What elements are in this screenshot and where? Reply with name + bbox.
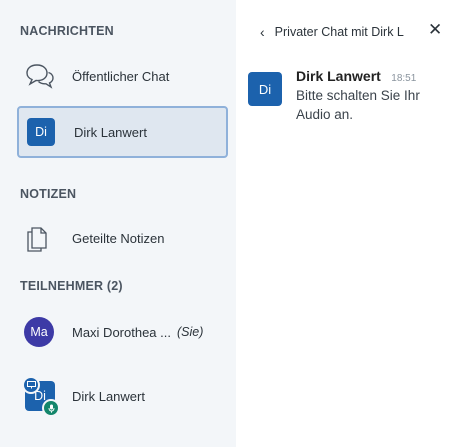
private-chat-item[interactable]: Di Dirk Lanwert xyxy=(17,106,228,158)
participants-section-title: TEILNEHMER (2) xyxy=(20,279,123,293)
chat-message: Di Dirk Lanwert 18:51 Bitte schalten Sie… xyxy=(248,68,456,124)
chat-title: Privater Chat mit Dirk L xyxy=(274,25,404,39)
presenter-icon xyxy=(22,376,40,394)
chevron-left-icon[interactable]: ‹ xyxy=(260,24,265,40)
avatar: Di xyxy=(27,118,55,146)
private-chat-label: Dirk Lanwert xyxy=(74,124,147,140)
sidebar: NACHRICHTEN Öffentlicher Chat Di Dirk La… xyxy=(0,0,236,447)
participant-item-self[interactable]: Ma Maxi Dorothea ... (Sie) xyxy=(17,306,228,358)
message-author: Dirk Lanwert xyxy=(296,68,381,84)
close-icon[interactable]: ✕ xyxy=(428,20,442,40)
avatar: Ma xyxy=(24,317,54,347)
avatar: Di xyxy=(22,376,60,417)
chat-panel: ‹ Privater Chat mit Dirk L ✕ Di Dirk Lan… xyxy=(236,0,457,447)
avatar: Di xyxy=(248,72,282,106)
shared-notes-label: Geteilte Notizen xyxy=(72,230,165,246)
message-time: 18:51 xyxy=(391,73,417,84)
shared-notes-item[interactable]: Geteilte Notizen xyxy=(17,212,228,264)
participant-name: Dirk Lanwert xyxy=(72,388,145,404)
message-text: Bitte schalten Sie Ihr Audio an. xyxy=(296,88,420,122)
documents-icon xyxy=(17,224,72,252)
public-chat-label: Öffentlicher Chat xyxy=(72,68,170,84)
messages-section-title: NACHRICHTEN xyxy=(20,24,114,38)
chat-header: ‹ Privater Chat mit Dirk L ✕ xyxy=(260,20,450,42)
microphone-icon xyxy=(42,399,60,417)
participant-item-dirk[interactable]: Di Dirk Lanwert xyxy=(17,370,228,422)
notes-section-title: NOTIZEN xyxy=(20,187,77,201)
participant-name: Maxi Dorothea ... xyxy=(72,324,171,340)
public-chat-item[interactable]: Öffentlicher Chat xyxy=(17,50,228,102)
chat-bubbles-icon xyxy=(17,62,72,90)
self-indicator: (Sie) xyxy=(177,325,204,339)
